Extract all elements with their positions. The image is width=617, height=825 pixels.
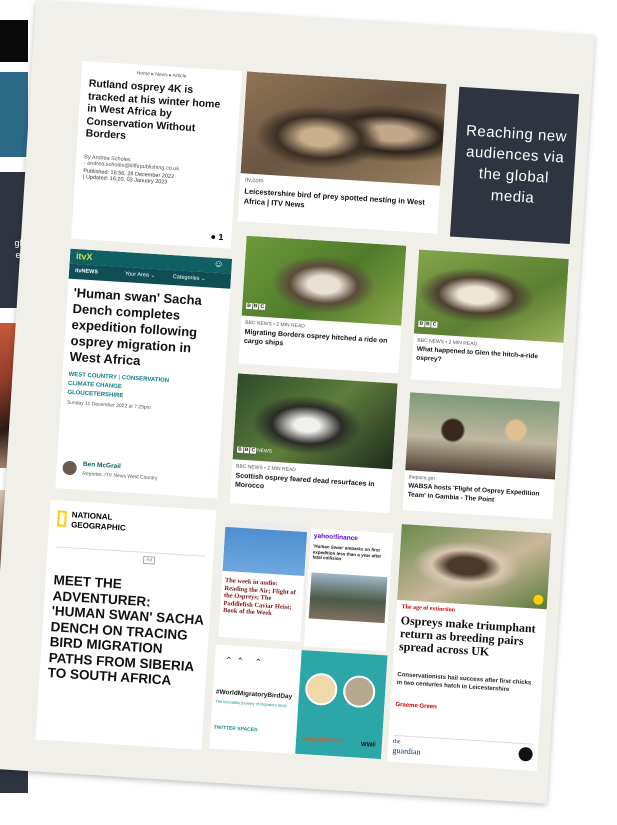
bbc-cargo-title: Migrating Borders osprey hitched a ride …	[243, 328, 388, 348]
audio-play-icon[interactable]	[518, 746, 534, 762]
left-strip-teal-block	[0, 72, 28, 157]
spaces-subtitle: The incredible journey of migratory bird…	[215, 698, 287, 709]
spaces-label: TWITTER SPACES	[213, 724, 258, 734]
itv-nest-title: Leicestershire bird of prey spotted nest…	[243, 186, 426, 209]
itvx-title: 'Human swan' Sacha Dench completes exped…	[69, 284, 203, 369]
left-strip-black-block	[0, 20, 28, 62]
ad-label: Ad	[142, 555, 156, 565]
camera-icon	[533, 594, 544, 606]
itvx-logo: itvX	[75, 251, 93, 263]
itvx-author-row: Ben McGrail Reporter, ITV News West Coun…	[62, 459, 213, 490]
tag-gloucestershire[interactable]: GLOUCETERSHIRE	[67, 390, 123, 400]
bbc-morocco-card[interactable]: B B C NEWS BBC NEWS • 2 MIN READ Scottish o…	[229, 373, 398, 514]
itvx-author[interactable]: Ben McGrail	[83, 461, 121, 470]
osprey-chick-photo-2: BBC	[413, 249, 569, 343]
bbc-logo: BBC	[246, 302, 266, 310]
audio-week-card[interactable]: The week in audio: Reading the Air; Flig…	[218, 518, 308, 642]
itvx-article-card[interactable]: itvX ☺ itvNEWS Your Area ⌄ Categories ⌄ …	[55, 248, 233, 499]
migratory-bird-day-card[interactable]: ⌃⌃ ⌃ #WorldMigratoryBirdDay The incredib…	[209, 644, 388, 760]
itv-news-logo: itvNEWS	[74, 267, 99, 276]
bbc-morocco-title: Scottish osprey feared dead resurfaces i…	[234, 472, 375, 491]
tag-conservation[interactable]: CONSERVATION	[122, 375, 170, 384]
tag-climate-change[interactable]: CLIMATE CHANGE	[68, 381, 122, 390]
yahoo-photo	[308, 572, 388, 624]
guardian-title: Ospreys make triumphant return as breedi…	[398, 613, 537, 659]
nest-photo	[240, 71, 447, 186]
ad-box: Ad	[54, 546, 206, 577]
yahoo-title: 'Human Swan' embarks on first expedition…	[312, 543, 382, 562]
osprey-held-photo	[397, 524, 552, 610]
itvx-role: Reporter, ITV News West Country	[82, 470, 158, 482]
flying-osprey-photo	[222, 526, 308, 576]
the-point-card[interactable]: thepoint.gm WABSA hosts 'Flight of Ospre…	[402, 392, 560, 520]
guardian-logo-name: guardian	[392, 745, 421, 757]
natgeo-article-card[interactable]: NATIONAL GEOGRAPHIC Ad MEET THE ADVENTUR…	[35, 499, 217, 750]
comment-count-value: 1	[218, 231, 224, 243]
yahoo-finance-card[interactable]: yahoo!finance 'Human Swan' embarks on fi…	[303, 528, 394, 652]
wwf-logo: WWF	[360, 741, 377, 749]
guardian-logo-the: the	[392, 738, 401, 746]
nav-your-area[interactable]: Your Area ⌄	[125, 271, 155, 279]
spaces-left-panel: ⌃⌃ ⌃ #WorldMigratoryBirdDay The incredib…	[209, 644, 302, 754]
bbc-logo: BBC	[418, 320, 438, 328]
profile-icon[interactable]: ☺	[213, 259, 224, 271]
spaces-org: CONSERVATION	[301, 736, 342, 745]
bbc-cargo-card[interactable]: BBC BBC NEWS • 2 MIN READ Migrating Bord…	[238, 235, 407, 374]
osprey-flight-photo: B B C NEWS	[232, 373, 398, 470]
point-title: WABSA hosts 'Flight of Osprey Expedition…	[407, 482, 540, 504]
guardian-author[interactable]: Graeme Green	[395, 702, 437, 711]
itv-source: itv.com	[244, 177, 264, 185]
guardian-kicker: The age of extinction	[401, 604, 456, 614]
natgeo-logo: NATIONAL GEOGRAPHIC	[56, 508, 126, 533]
avatar	[62, 460, 78, 476]
osprey-chick-photo: BBC	[241, 235, 407, 326]
natgeo-frame-icon	[56, 510, 67, 527]
gambia-team-photo	[405, 392, 560, 480]
rutland-title: Rutland osprey 4K is tracked at his wint…	[85, 77, 221, 142]
birds-flock-icon: ⌃⌃ ⌃	[224, 655, 267, 668]
speaker-avatar-1	[304, 672, 339, 707]
comment-icon: ●	[210, 231, 217, 242]
itv-nest-card[interactable]: itv.com Leicestershire bird of prey spot…	[237, 71, 447, 234]
guardian-article-card[interactable]: The age of extinction Ospreys make trium…	[386, 524, 552, 771]
collage-board: Home ▸ News ▸ Article Rutland osprey 4K …	[0, 0, 595, 804]
tag-west-country[interactable]: WEST COUNTRY	[68, 372, 117, 381]
yahoo-logo: yahoo!finance	[313, 532, 359, 543]
bbc-news-word: NEWS	[256, 447, 273, 455]
point-source: thepoint.gm	[408, 474, 436, 482]
bbc-glen-title: What happened to Glen the hitch-a-ride o…	[416, 345, 539, 363]
natgeo-line2: GEOGRAPHIC	[70, 520, 126, 533]
comment-count[interactable]: ● 1	[210, 231, 224, 242]
nav-categories[interactable]: Categories ⌄	[173, 274, 206, 282]
guardian-standfirst: Conservationists hail success after firs…	[396, 672, 532, 693]
spaces-right-panel: CONSERVATION WWF	[295, 649, 388, 760]
banner-text: Reaching new audiences via the global me…	[465, 122, 568, 207]
rutland-article-card[interactable]: Home ▸ News ▸ Article Rutland osprey 4K …	[71, 61, 242, 249]
guardian-footer: the guardian	[392, 734, 534, 767]
bbc-glen-card[interactable]: BBC BBC NEWS • 2 MIN READ What happened …	[410, 249, 569, 389]
bbc-logo: B B C NEWS	[236, 446, 273, 455]
audio-title: The week in audio: Reading the Air; Flig…	[222, 577, 297, 618]
reaching-banner: Reaching new audiences via the global me…	[449, 86, 580, 244]
natgeo-title: MEET THE ADVENTURER: 'HUMAN SWAN' SACHA …	[47, 572, 205, 688]
speaker-avatar-2	[342, 674, 377, 709]
